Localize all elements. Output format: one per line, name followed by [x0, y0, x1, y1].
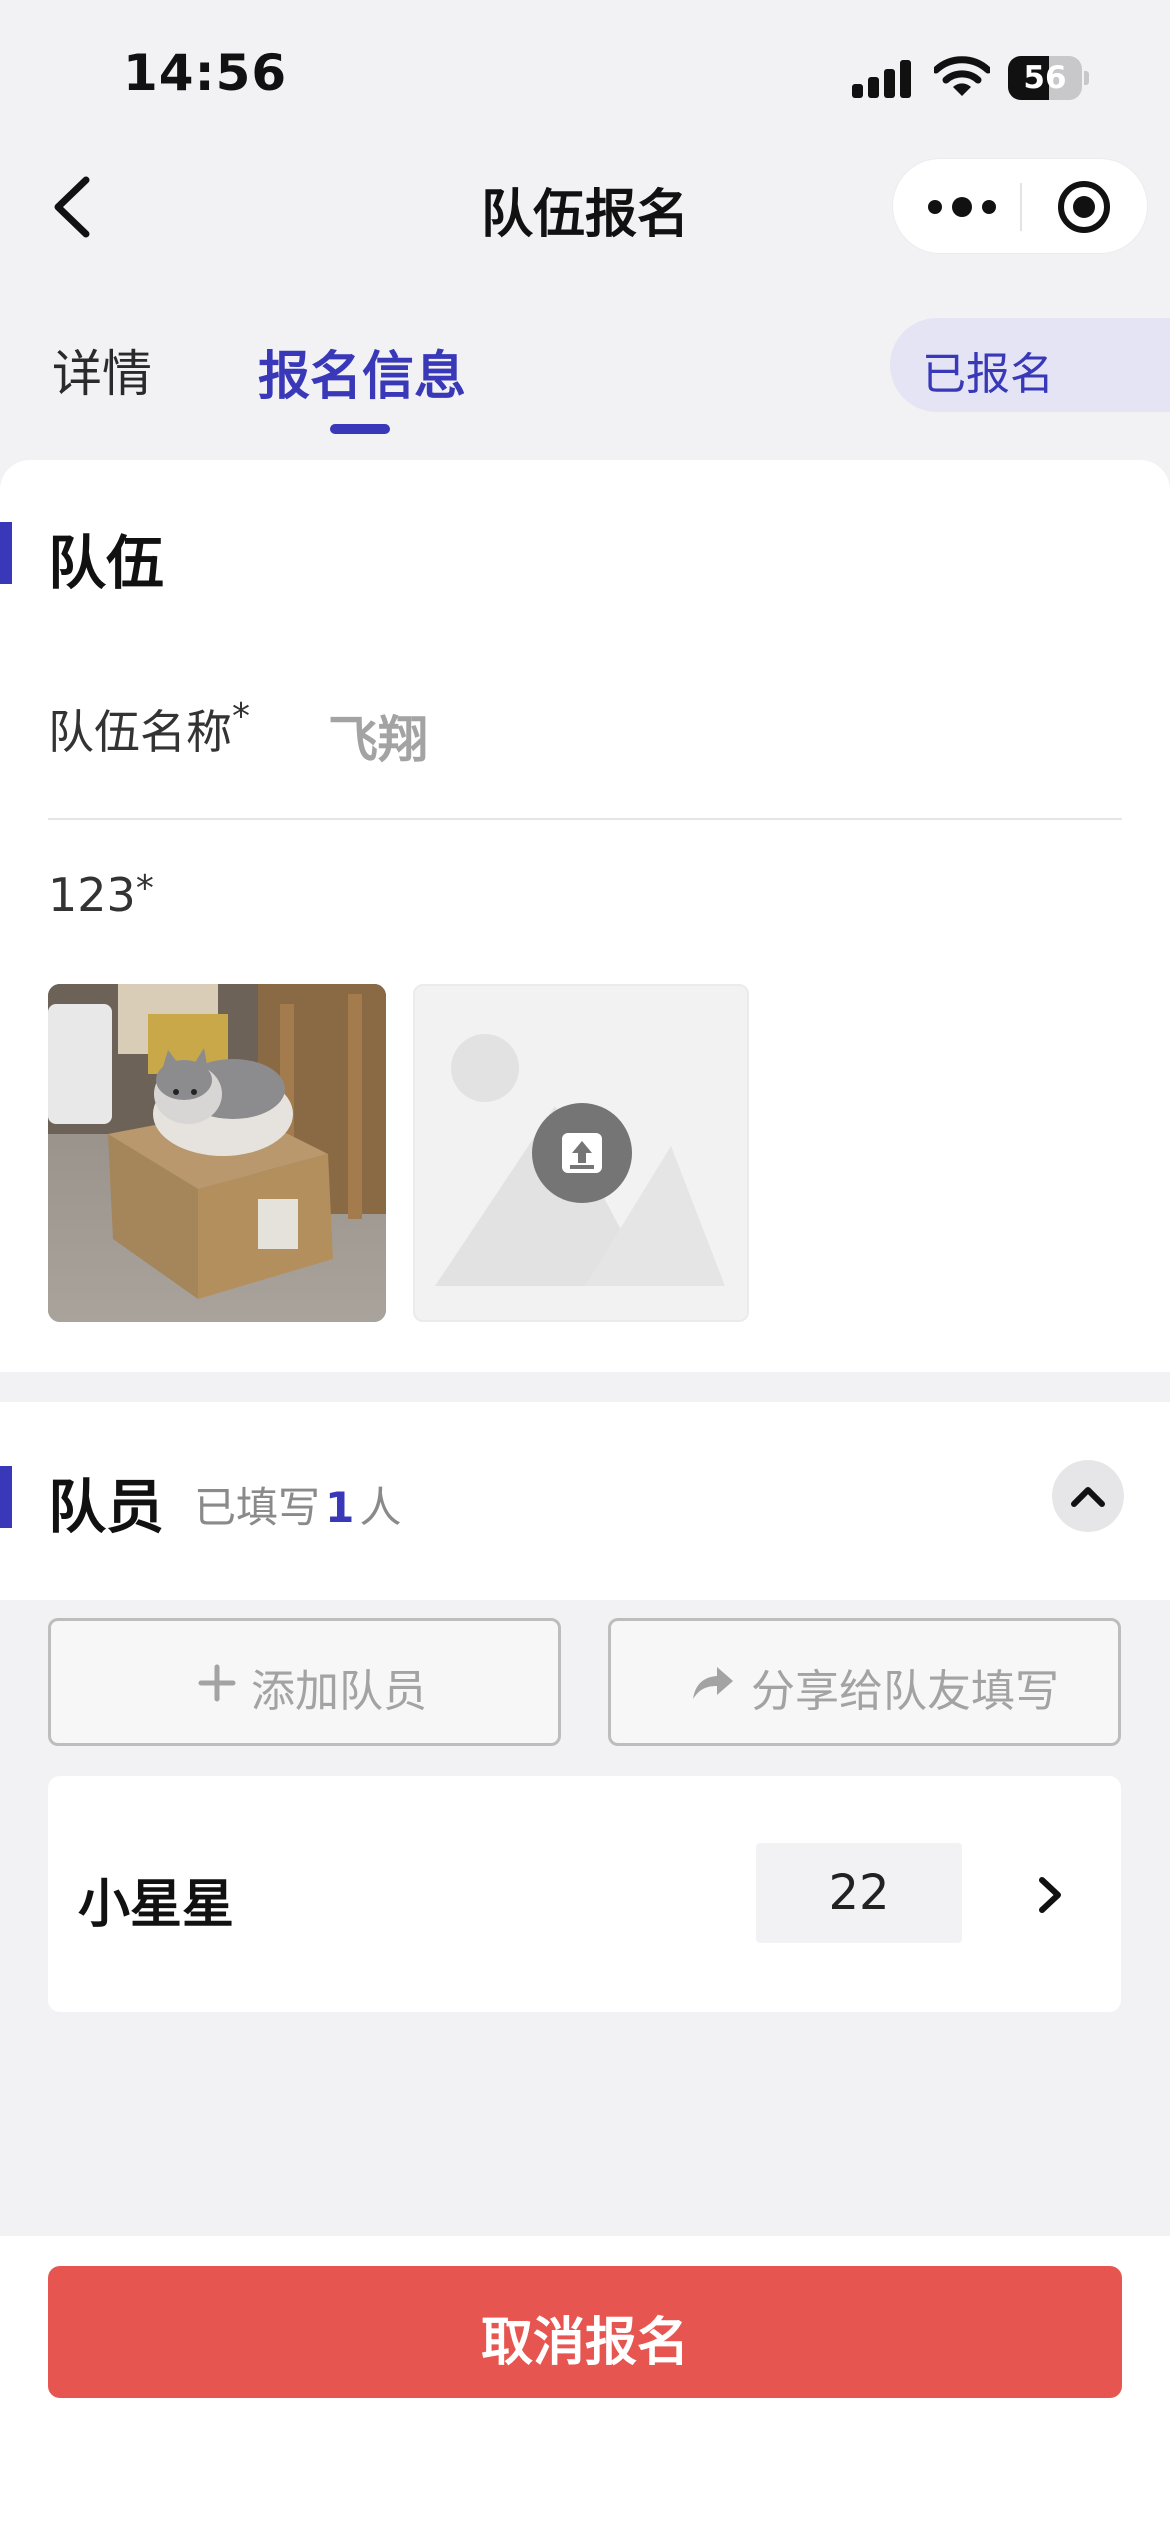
tab-signup-info[interactable]: 报名信息 [258, 334, 466, 409]
member-name: 小星星 [78, 1875, 235, 1935]
back-icon[interactable] [44, 172, 104, 242]
share-label: 分享给队友填写 [751, 1666, 1059, 1717]
member-age-field: 22 [756, 1843, 962, 1943]
add-member-label: 添加队员 [251, 1666, 427, 1717]
image-field-label-text: 123 [48, 868, 136, 922]
cancel-registration-button[interactable]: 取消报名 [48, 2266, 1122, 2398]
plus-icon [198, 1664, 236, 1702]
team-name-input[interactable]: 飞翔 [328, 700, 428, 772]
collapse-members-button[interactable] [1052, 1460, 1124, 1532]
capsule-divider [1020, 183, 1022, 231]
page-title: 队伍报名 [480, 185, 689, 245]
chevron-right-icon[interactable] [1030, 1870, 1070, 1920]
registration-status-badge: 已报名 [890, 318, 1170, 412]
filled-prefix: 已填写 [194, 1483, 321, 1532]
tab-details[interactable]: 详情 [52, 334, 152, 406]
upload-icon [562, 1133, 602, 1173]
share-to-teammate-button[interactable]: 分享给队友填写 [608, 1618, 1121, 1746]
members-section-title: 队员 [48, 1473, 165, 1541]
filled-count: 1 [325, 1483, 355, 1532]
cancel-registration-label: 取消报名 [480, 2313, 689, 2373]
members-filled-summary: 已填写 1 人 [194, 1474, 401, 1535]
required-mark: * [135, 868, 154, 909]
image-field-label: 123* [48, 868, 154, 922]
section-accent-bar [0, 522, 12, 584]
required-mark: * [232, 696, 250, 737]
battery-icon: 56 [1008, 56, 1089, 100]
more-icon[interactable] [923, 185, 1001, 229]
upload-button[interactable] [532, 1103, 632, 1203]
member-age-value: 22 [828, 1865, 890, 1921]
team-section-title: 队伍 [48, 529, 165, 597]
close-miniprogram-icon[interactable] [1056, 179, 1112, 235]
image-upload-slot[interactable] [413, 984, 749, 1322]
section-accent-bar [0, 1466, 12, 1528]
cellular-signal-icon [852, 58, 912, 98]
uploaded-photo-thumbnail[interactable] [48, 984, 386, 1322]
miniprogram-capsule [892, 158, 1148, 254]
share-icon [693, 1667, 733, 1699]
add-member-button[interactable]: 添加队员 [48, 1618, 561, 1746]
cat-in-box-photo [48, 984, 386, 1322]
field-divider [48, 818, 1122, 820]
members-header-card [0, 1402, 1170, 1600]
wifi-icon [934, 56, 990, 96]
filled-suffix: 人 [359, 1483, 402, 1532]
team-name-label: 队伍名称* [48, 696, 250, 762]
chevron-up-icon [1071, 1487, 1105, 1507]
team-name-label-text: 队伍名称 [48, 705, 232, 759]
member-row[interactable]: 小星星 22 [48, 1776, 1121, 2012]
registration-status-label: 已报名 [922, 349, 1054, 400]
active-tab-indicator [330, 424, 390, 434]
status-time: 14:56 [123, 44, 288, 102]
battery-level: 56 [1023, 60, 1067, 96]
